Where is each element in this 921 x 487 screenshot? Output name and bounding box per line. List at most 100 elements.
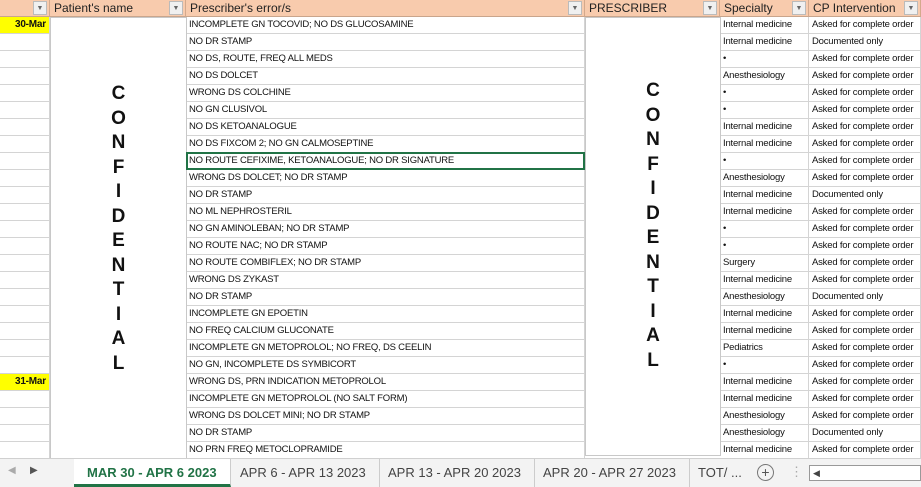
header-prescriber-errors[interactable]: Prescriber's error/s ▼ xyxy=(186,0,585,17)
intervention-cell[interactable]: Asked for complete order xyxy=(809,391,921,408)
add-sheet-icon[interactable]: + xyxy=(757,464,774,481)
intervention-cell[interactable]: Documented only xyxy=(809,289,921,306)
specialty-cell[interactable]: Internal medicine xyxy=(720,323,809,340)
date-cell[interactable] xyxy=(0,238,50,255)
date-cell[interactable]: 30-Mar xyxy=(0,17,50,34)
error-cell[interactable]: INCOMPLETE GN TOCOVID; NO DS GLUCOSAMINE xyxy=(186,17,585,34)
sheet-tab-apr6-apr13[interactable]: APR 6 - APR 13 2023 xyxy=(227,459,380,487)
specialty-cell[interactable]: Internal medicine xyxy=(720,17,809,34)
intervention-cell[interactable]: Asked for complete order xyxy=(809,170,921,187)
error-cell[interactable]: NO GN AMINOLEBAN; NO DR STAMP xyxy=(186,221,585,238)
specialty-cell[interactable]: Internal medicine xyxy=(720,391,809,408)
error-cell[interactable]: WRONG DS DOLCET MINI; NO DR STAMP xyxy=(186,408,585,425)
error-cell[interactable]: WRONG DS ZYKAST xyxy=(186,272,585,289)
intervention-cell[interactable]: Documented only xyxy=(809,425,921,442)
sheet-tab-apr20-apr27[interactable]: APR 20 - APR 27 2023 xyxy=(530,459,690,487)
specialty-cell[interactable]: Surgery xyxy=(720,255,809,272)
error-cell[interactable]: NO DR STAMP xyxy=(186,289,585,306)
intervention-cell[interactable]: Asked for complete order xyxy=(809,306,921,323)
specialty-cell[interactable]: Pediatrics xyxy=(720,340,809,357)
specialty-cell[interactable]: Internal medicine xyxy=(720,374,809,391)
error-cell[interactable]: INCOMPLETE GN METOPROLOL; NO FREQ, DS CE… xyxy=(186,340,585,357)
header-prescriber[interactable]: PRESCRIBER ▼ xyxy=(585,0,720,17)
error-cell[interactable]: NO DR STAMP xyxy=(186,425,585,442)
filter-dropdown-icon[interactable]: ▼ xyxy=(169,1,183,15)
date-cell[interactable] xyxy=(0,51,50,68)
error-cell[interactable]: NO DS, ROUTE, FREQ ALL MEDS xyxy=(186,51,585,68)
intervention-cell[interactable]: Asked for complete order xyxy=(809,85,921,102)
error-cell[interactable]: NO GN CLUSIVOL xyxy=(186,102,585,119)
intervention-cell[interactable]: Asked for complete order xyxy=(809,408,921,425)
date-cell[interactable] xyxy=(0,170,50,187)
intervention-cell[interactable]: Asked for complete order xyxy=(809,102,921,119)
intervention-cell[interactable]: Asked for complete order xyxy=(809,374,921,391)
error-cell[interactable]: INCOMPLETE GN METOPROLOL (NO SALT FORM) xyxy=(186,391,585,408)
filter-dropdown-icon[interactable]: ▼ xyxy=(703,1,717,15)
intervention-cell[interactable]: Asked for complete order xyxy=(809,255,921,272)
error-cell[interactable]: NO GN, INCOMPLETE DS SYMBICORT xyxy=(186,357,585,374)
intervention-cell[interactable]: Asked for complete order xyxy=(809,221,921,238)
specialty-cell[interactable]: Anesthesiology xyxy=(720,425,809,442)
date-cell[interactable] xyxy=(0,391,50,408)
patient-name-confidential-cell[interactable]: CONFIDENTIAL xyxy=(50,17,187,458)
intervention-cell[interactable]: Asked for complete order xyxy=(809,340,921,357)
header-specialty[interactable]: Specialty ▼ xyxy=(720,0,809,17)
date-cell[interactable] xyxy=(0,187,50,204)
error-cell[interactable]: NO FREQ CALCIUM GLUCONATE xyxy=(186,323,585,340)
error-cell[interactable]: WRONG DS, PRN INDICATION METOPROLOL xyxy=(186,374,585,391)
specialty-cell[interactable]: Anesthesiology xyxy=(720,289,809,306)
filter-dropdown-icon[interactable]: ▼ xyxy=(792,1,806,15)
intervention-cell[interactable]: Documented only xyxy=(809,187,921,204)
error-cell[interactable]: NO DS KETOANALOGUE xyxy=(186,119,585,136)
error-cell[interactable]: NO ROUTE NAC; NO DR STAMP xyxy=(186,238,585,255)
error-cell[interactable]: INCOMPLETE GN EPOETIN xyxy=(186,306,585,323)
error-cell[interactable]: NO DS DOLCET xyxy=(186,68,585,85)
specialty-cell[interactable]: • xyxy=(720,221,809,238)
header-date[interactable]: ▼ xyxy=(0,0,50,17)
date-cell[interactable] xyxy=(0,289,50,306)
error-cell[interactable]: WRONG DS COLCHINE xyxy=(186,85,585,102)
date-cell[interactable] xyxy=(0,204,50,221)
date-cell[interactable] xyxy=(0,408,50,425)
specialty-cell[interactable]: Internal medicine xyxy=(720,136,809,153)
sheet-tab-mar30-apr6[interactable]: MAR 30 - APR 6 2023 xyxy=(74,459,231,487)
intervention-cell[interactable]: Asked for complete order xyxy=(809,68,921,85)
date-cell[interactable] xyxy=(0,136,50,153)
horizontal-scrollbar[interactable]: ◀ xyxy=(809,465,921,481)
specialty-cell[interactable]: Anesthesiology xyxy=(720,68,809,85)
specialty-cell[interactable]: Anesthesiology xyxy=(720,170,809,187)
error-cell[interactable]: NO ML NEPHROSTERIL xyxy=(186,204,585,221)
intervention-cell[interactable]: Asked for complete order xyxy=(809,357,921,374)
spreadsheet-grid[interactable]: ▼ Patient's name ▼ Prescriber's error/s ▼ … xyxy=(0,0,921,458)
intervention-cell[interactable]: Asked for complete order xyxy=(809,153,921,170)
date-cell[interactable]: 31-Mar xyxy=(0,374,50,391)
header-cp-intervention[interactable]: CP Intervention ▼ xyxy=(809,0,921,17)
error-cell[interactable]: NO DS FIXCOM 2; NO GN CALMOSEPTINE xyxy=(186,136,585,153)
filter-dropdown-icon[interactable]: ▼ xyxy=(33,1,47,15)
intervention-cell[interactable]: Asked for complete order xyxy=(809,272,921,289)
specialty-cell[interactable]: • xyxy=(720,238,809,255)
specialty-cell[interactable]: • xyxy=(720,51,809,68)
specialty-cell[interactable]: Internal medicine xyxy=(720,204,809,221)
date-cell[interactable] xyxy=(0,357,50,374)
date-cell[interactable] xyxy=(0,119,50,136)
error-cell[interactable]: NO DR STAMP xyxy=(186,34,585,51)
date-cell[interactable] xyxy=(0,442,50,458)
date-cell[interactable] xyxy=(0,68,50,85)
intervention-cell[interactable]: Asked for complete order xyxy=(809,442,921,458)
scroll-tabs-left-icon[interactable]: ◀ xyxy=(8,465,16,476)
error-cell[interactable]: NO PRN FREQ METOCLOPRAMIDE xyxy=(186,442,585,458)
date-cell[interactable] xyxy=(0,102,50,119)
error-cell[interactable]: NO ROUTE COMBIFLEX; NO DR STAMP xyxy=(186,255,585,272)
intervention-cell[interactable]: Asked for complete order xyxy=(809,17,921,34)
date-cell[interactable] xyxy=(0,425,50,442)
sheet-tab-total[interactable]: TOT/ ... xyxy=(685,459,755,487)
date-cell[interactable] xyxy=(0,255,50,272)
intervention-cell[interactable]: Asked for complete order xyxy=(809,323,921,340)
specialty-cell[interactable]: • xyxy=(720,102,809,119)
date-cell[interactable] xyxy=(0,306,50,323)
date-cell[interactable] xyxy=(0,340,50,357)
intervention-cell[interactable]: Asked for complete order xyxy=(809,119,921,136)
specialty-cell[interactable]: Internal medicine xyxy=(720,119,809,136)
header-patient-name[interactable]: Patient's name ▼ xyxy=(50,0,186,17)
